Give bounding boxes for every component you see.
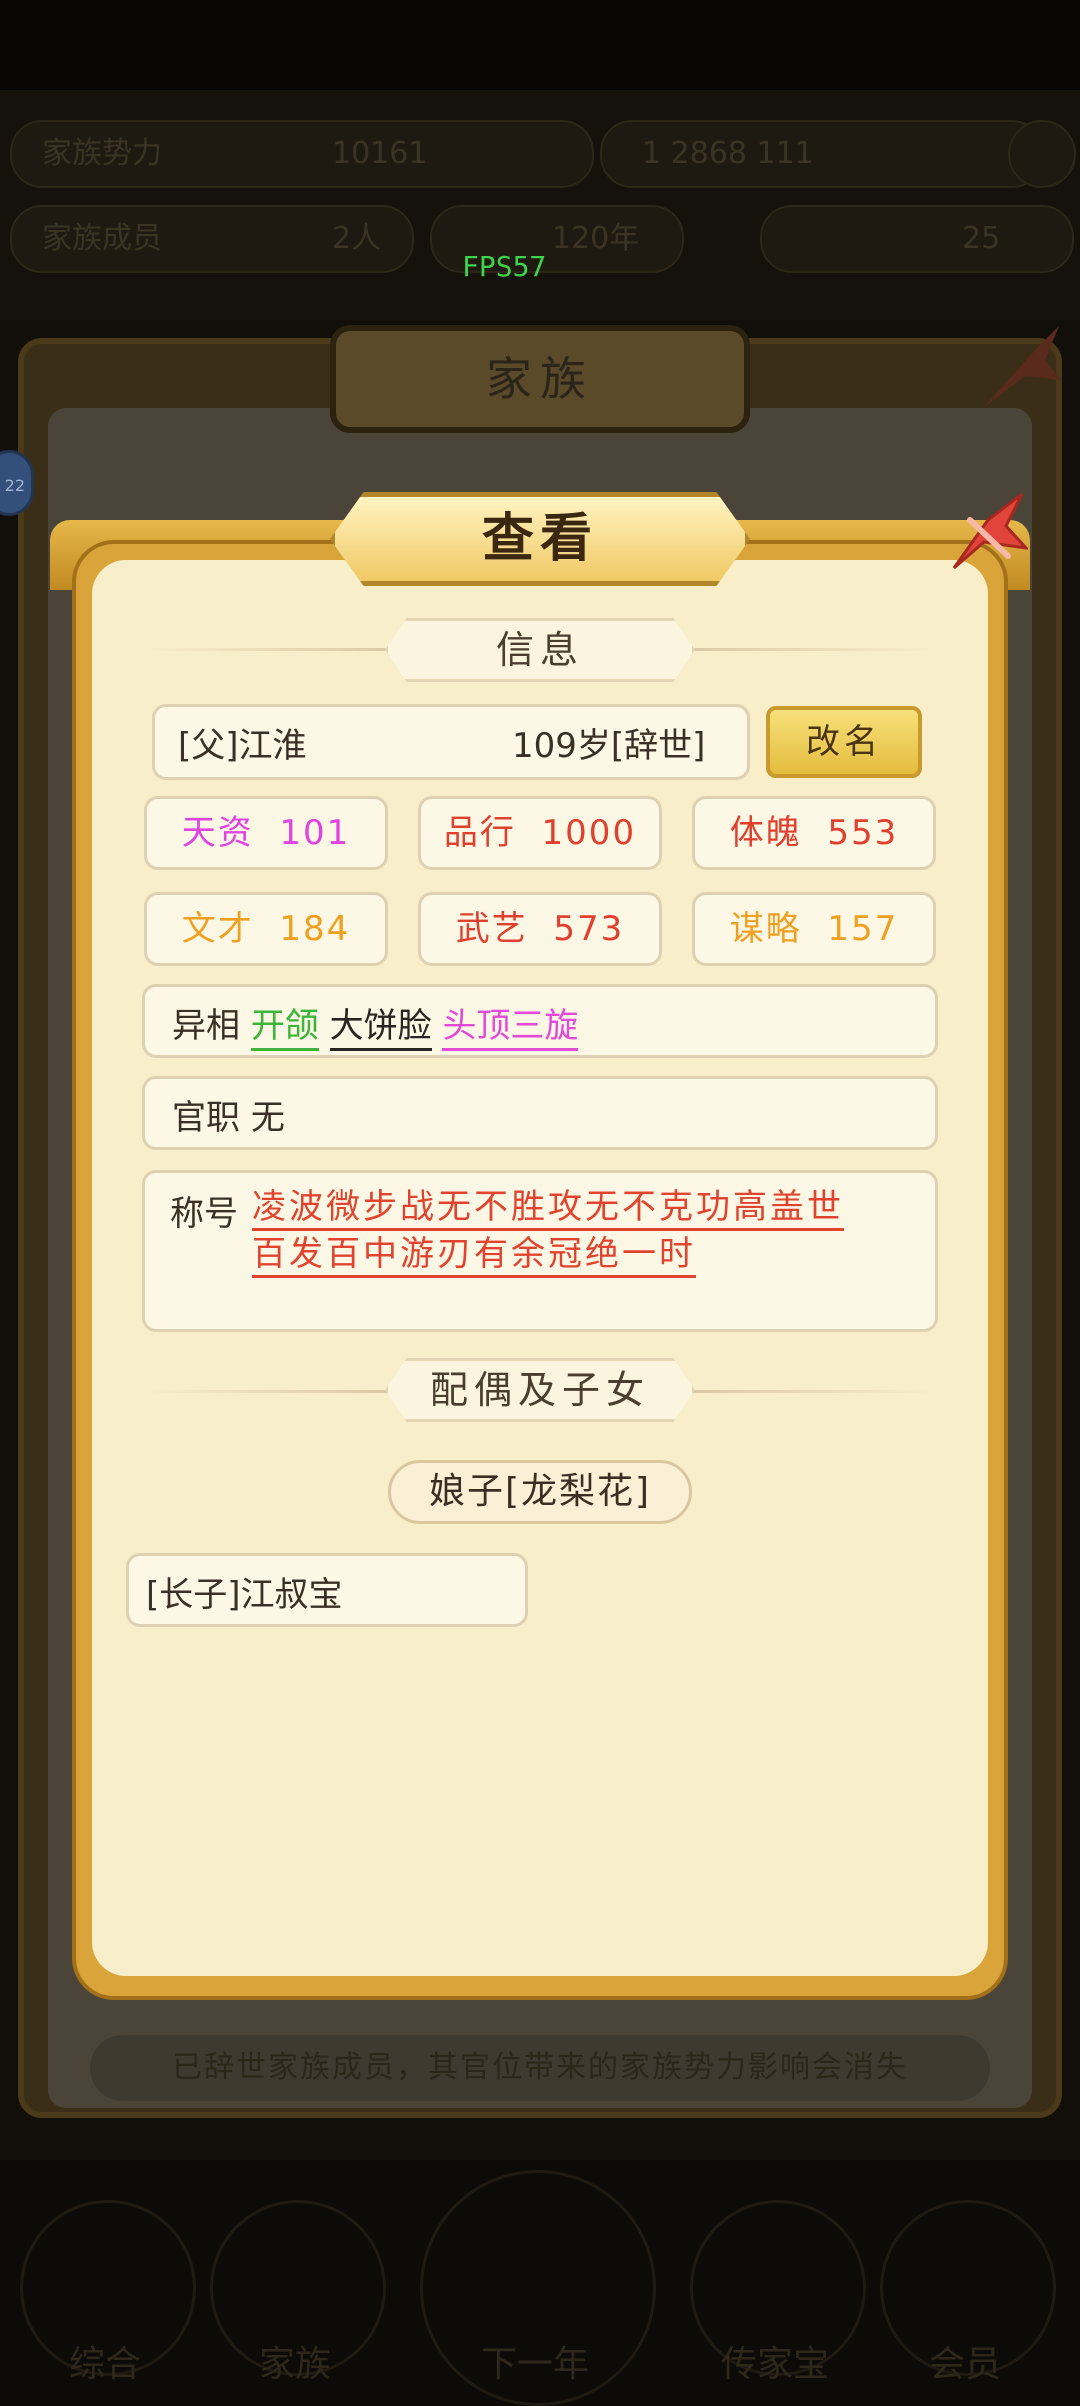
titles-line-1: 凌波微步战无不胜攻无不克功高盖世 [252,1186,844,1231]
hud-item-bar: 25 [760,205,1074,273]
dialog-title: 查看 [481,509,598,569]
hud-currency-value: 1 2868 111 [642,136,814,171]
family-notice-text: 已辞世家族成员，其官位带来的家族势力影响会消失 [172,2050,908,2085]
help-icon[interactable] [1008,120,1076,188]
info-header-line-right [685,648,935,651]
stat-aptitude: 天资 101 [144,796,388,870]
close-icon[interactable] [948,490,1028,570]
titles-line-2: 百发百中游刃有余冠绝一时 [252,1233,696,1278]
fps-counter: FPS57 [462,250,547,283]
trait-item: 头顶三旋 [442,1006,579,1051]
status-bar-area [0,0,1080,90]
family-header-line-right [685,1390,935,1393]
nav-overview-label: 综合 [68,2344,141,2385]
child-name: [长子]江叔宝 [146,1575,343,1615]
stat-physique-value: 553 [827,813,899,853]
stat-literacy-value: 184 [279,909,351,949]
stat-conduct-label: 品行 [443,813,516,853]
nav-next-year-label: 下一年 [480,2344,589,2385]
stat-aptitude-label: 天资 [181,813,254,853]
nav-member-label: 会员 [928,2344,1001,2385]
info-header-line-left [145,648,395,651]
stat-strategy-label: 谋略 [729,909,802,949]
traits-label: 异相 [172,1006,240,1046]
hud-members-label: 家族成员 [42,221,162,256]
office-value: 无 [250,1098,285,1138]
stat-conduct-value: 1000 [541,813,637,853]
stat-physique: 体魄 553 [692,796,936,870]
titles-label: 称号 [170,1194,238,1234]
spouse-button[interactable]: 娘子[龙梨花] [388,1460,692,1524]
stat-martial: 武艺 573 [418,892,662,966]
office-label: 官职 [172,1098,240,1138]
hud-members-bar: 家族成员 2人 [10,205,414,273]
nav-heirloom-label: 传家宝 [720,2344,829,2385]
info-header: 信息 [495,628,584,672]
hud-currency-bar: 1 2868 111 [600,120,1044,188]
family-header: 配偶及子女 [429,1368,650,1412]
trait-item: 开颌 [250,1006,319,1051]
nav-family-label: 家族 [258,2344,331,2385]
stat-strategy-value: 157 [827,909,899,949]
stat-literacy: 文才 184 [144,892,388,966]
hud-members-value: 2人 [332,221,382,256]
trait-item: 大饼脸 [329,1006,432,1051]
stat-physique-label: 体魄 [729,813,802,853]
family-panel-title: 家族 [486,352,594,406]
hud-power-label: 家族势力 [42,136,162,171]
hud-power-value: 10161 [332,136,428,171]
member-age: 109岁[辞世] [512,726,706,766]
stat-conduct: 品行 1000 [418,796,662,870]
hud-year-value: 120年 [552,221,640,256]
titles-list: 凌波微步战无不胜攻无不克功高盖世 百发百中游刃有余冠绝一时 [252,1186,892,1278]
stat-martial-value: 573 [553,909,625,949]
stat-strategy: 谋略 157 [692,892,936,966]
rename-button[interactable]: 改名 [766,706,922,778]
traits-row: 异相 开颌 大饼脸 头顶三旋 [172,998,579,1051]
member-name: [父]江淮 [178,726,307,766]
stat-martial-label: 武艺 [455,909,528,949]
family-panel-close-icon[interactable] [975,320,1065,420]
office-row: 官职 无 [172,1090,285,1139]
hud-item-value: 25 [962,221,1001,256]
family-header-line-left [145,1390,395,1393]
stat-literacy-label: 文才 [181,909,254,949]
hud-power-bar: 家族势力 10161 [10,120,594,188]
side-level-badge[interactable]: 22 [0,450,34,516]
stat-aptitude-value: 101 [279,813,351,853]
